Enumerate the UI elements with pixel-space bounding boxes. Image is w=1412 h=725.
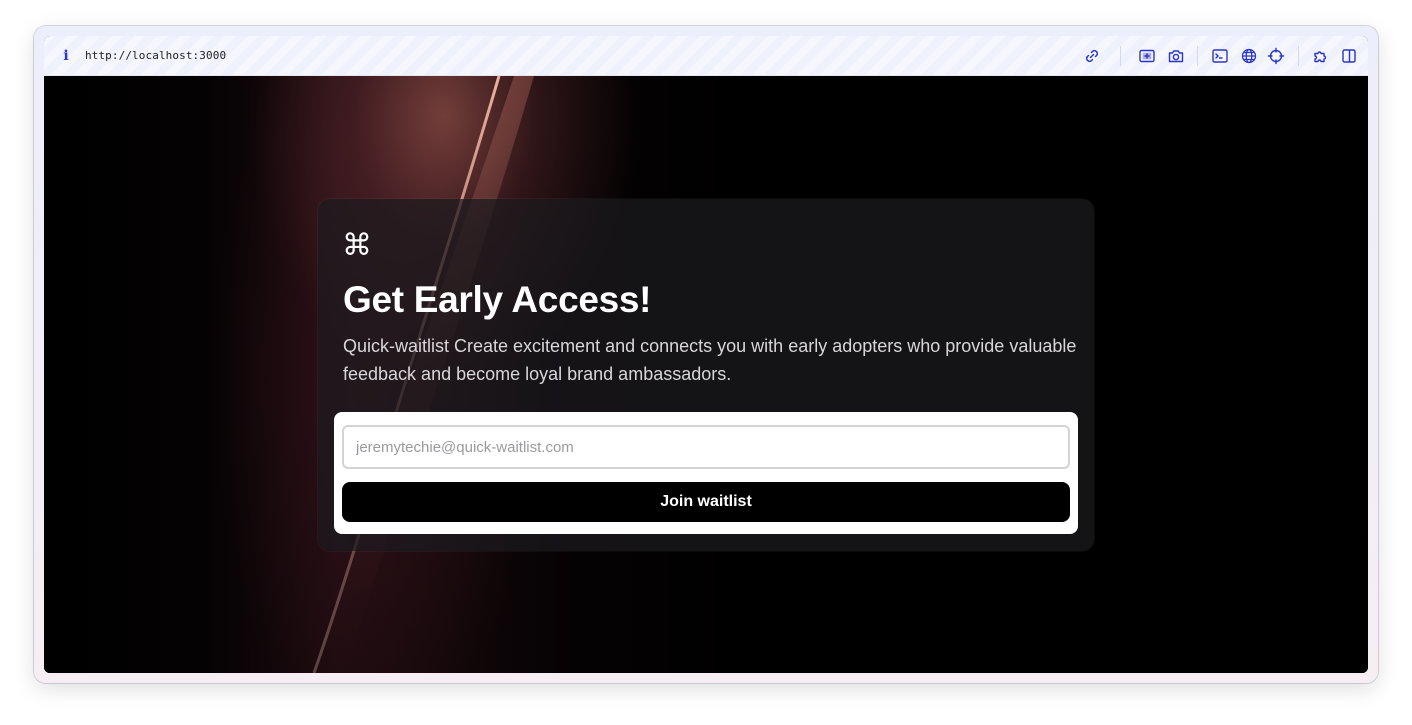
toolbar-divider bbox=[1298, 46, 1299, 66]
extension-icon[interactable] bbox=[1312, 47, 1330, 65]
crosshair-icon[interactable] bbox=[1267, 47, 1285, 65]
browser-window: i http://localhost:3000 ⌘ Get Early Acce… bbox=[34, 26, 1378, 683]
info-icon[interactable]: i bbox=[58, 48, 74, 64]
terminal-icon[interactable] bbox=[1211, 47, 1229, 65]
split-view-icon[interactable] bbox=[1340, 47, 1358, 65]
waitlist-card: ⌘ Get Early Access! Quick-waitlist Creat… bbox=[318, 199, 1094, 551]
toolbar-divider bbox=[1120, 46, 1121, 66]
link-icon[interactable] bbox=[1083, 47, 1101, 65]
join-waitlist-button[interactable]: Join waitlist bbox=[342, 482, 1070, 522]
screenshot-region-icon[interactable] bbox=[1138, 47, 1156, 65]
camera-icon[interactable] bbox=[1167, 47, 1185, 65]
email-field[interactable] bbox=[342, 425, 1070, 469]
url-bar[interactable]: http://localhost:3000 bbox=[85, 49, 226, 62]
page-title: Get Early Access! bbox=[343, 279, 652, 320]
page-viewport: ⌘ Get Early Access! Quick-waitlist Creat… bbox=[44, 76, 1368, 673]
browser-frame: i http://localhost:3000 ⌘ Get Early Acce… bbox=[44, 36, 1368, 673]
page-description: Quick-waitlist Create excitement and con… bbox=[343, 336, 1077, 384]
command-key-icon: ⌘ bbox=[342, 228, 372, 263]
globe-icon[interactable] bbox=[1240, 47, 1258, 65]
toolbar-divider bbox=[1197, 46, 1198, 66]
waitlist-form: Join waitlist bbox=[334, 412, 1078, 534]
browser-toolbar: i http://localhost:3000 bbox=[44, 36, 1368, 76]
